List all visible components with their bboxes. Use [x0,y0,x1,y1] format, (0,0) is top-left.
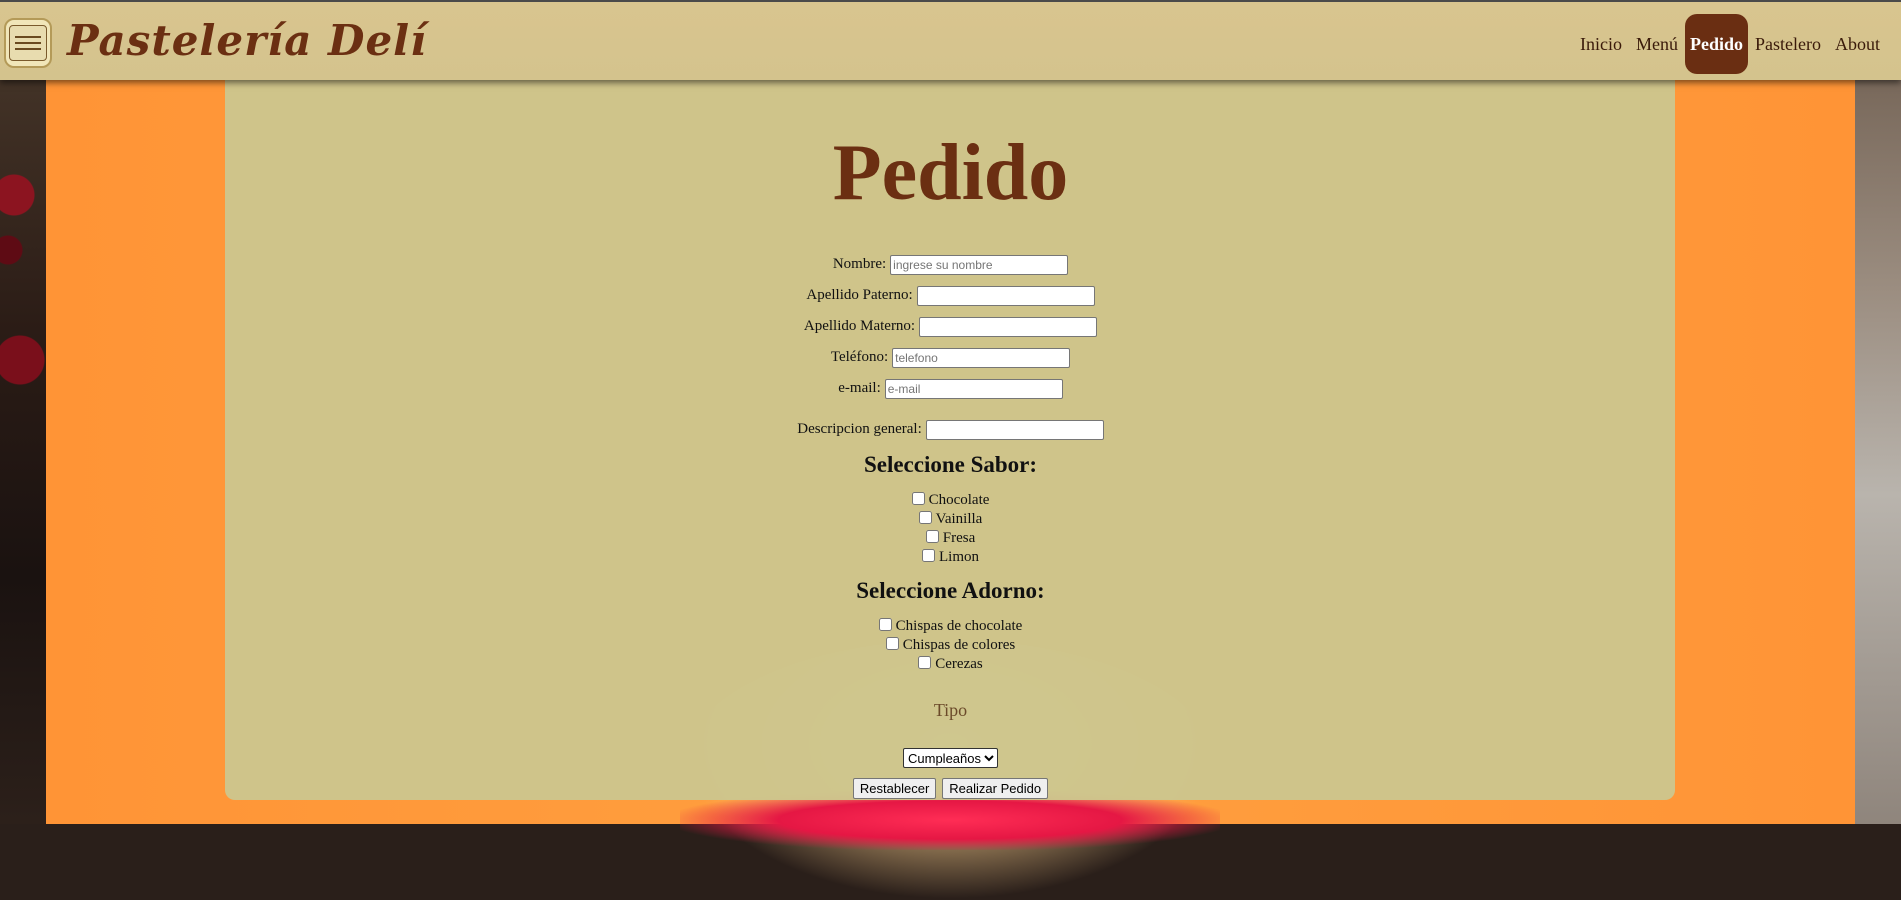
tipo-row: Cumpleaños [0,748,1901,768]
sabor-fresa-checkbox[interactable] [925,530,939,543]
adorno-chispas-chocolate-checkbox[interactable] [878,618,892,631]
brand-name: Pastelería Delí [67,16,428,65]
sabor-chocolate-checkbox[interactable] [911,492,925,505]
sabor-option: Vainilla [0,511,1901,528]
apellido-materno-label: Apellido Materno: [803,318,916,335]
logo-mark [9,25,47,61]
descripcion-input[interactable] [925,420,1104,440]
sabor-limon-label: Limon [939,549,979,565]
apellido-materno-input[interactable] [919,317,1098,337]
adorno-chispas-colores-label: Chispas de colores [902,637,1016,653]
adorno-cerezas-checkbox[interactable] [918,656,932,669]
email-row: e-mail: [0,379,1901,399]
nombre-row: Nombre: [0,255,1901,275]
adorno-cerezas-label: Cerezas [935,656,983,672]
sabor-heading: Seleccione Sabor: [863,452,1038,477]
adorno-chispas-chocolate-label: Chispas de chocolate [895,618,1023,634]
adorno-heading: Seleccione Adorno: [856,578,1045,603]
form-actions: Restablecer Realizar Pedido [0,778,1901,799]
sabor-vainilla-checkbox[interactable] [918,511,932,524]
sabor-vainilla-label: Vainilla [935,511,983,527]
adorno-option: Chispas de colores [0,637,1901,654]
page-title: Pedido [832,129,1069,217]
descripcion-row: Descripcion general: [0,420,1901,440]
tipo-label: Tipo [933,700,968,720]
sabor-limon-checkbox[interactable] [922,549,935,562]
adorno-option: Chispas de chocolate [0,618,1901,635]
apellido-materno-row: Apellido Materno: [0,317,1901,337]
nombre-label: Nombre: [832,256,887,273]
email-input[interactable] [884,379,1063,399]
apellido-paterno-label: Apellido Paterno: [806,287,913,304]
main-nav: Inicio Menú Pedido Pastelero About [1573,14,1887,74]
nav-inicio[interactable]: Inicio [1573,14,1629,74]
sabor-option: Limon [0,549,1901,566]
reset-button[interactable]: Restablecer [852,778,937,799]
email-label: e-mail: [838,380,881,397]
descripcion-label: Descripcion general: [797,421,922,438]
nombre-input[interactable] [890,255,1069,275]
nav-pastelero[interactable]: Pastelero [1748,14,1828,74]
tipo-select[interactable]: Cumpleaños [903,748,998,768]
adorno-option: Cerezas [0,656,1901,673]
sabor-chocolate-label: Chocolate [928,492,990,508]
logo-icon[interactable] [4,18,52,68]
sabor-fresa-label: Fresa [942,530,976,546]
nav-pedido[interactable]: Pedido [1685,14,1749,74]
sabor-option: Chocolate [0,492,1901,509]
apellido-paterno-row: Apellido Paterno: [0,286,1901,306]
sabor-option: Fresa [0,530,1901,547]
telefono-row: Teléfono: [0,348,1901,368]
telefono-label: Teléfono: [830,349,889,366]
adorno-chispas-colores-checkbox[interactable] [885,637,899,650]
nav-about[interactable]: About [1828,14,1887,74]
site-header: Pastelería Delí Inicio Menú Pedido Paste… [0,0,1901,80]
nav-menu[interactable]: Menú [1629,14,1685,74]
apellido-paterno-input[interactable] [916,286,1095,306]
submit-button[interactable]: Realizar Pedido [942,778,1049,799]
telefono-input[interactable] [892,348,1071,368]
